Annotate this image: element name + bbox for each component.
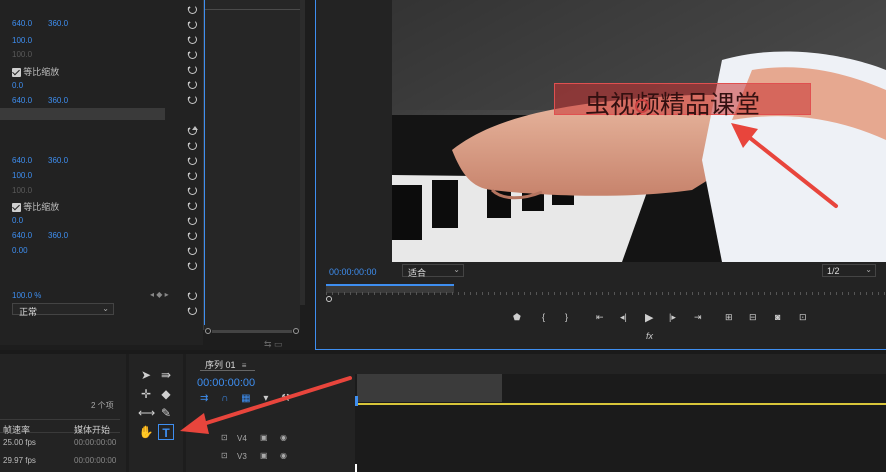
arrow-to-subtitle [731, 123, 838, 208]
annotation-arrows [180, 123, 838, 434]
arrow-to-text-tool [180, 376, 352, 434]
